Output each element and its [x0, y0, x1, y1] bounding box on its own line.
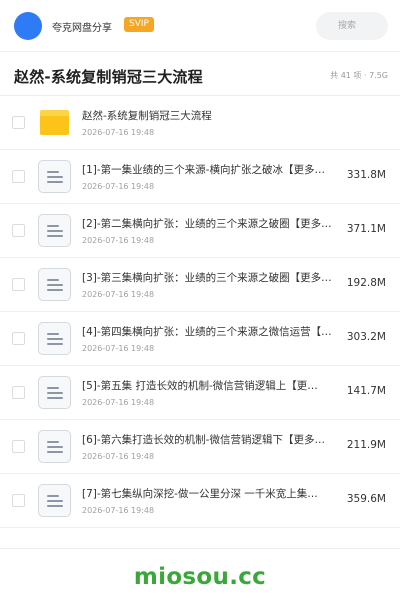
- file-size: 211.9M: [346, 439, 386, 451]
- file-date: 2026-07-16 19:48: [82, 290, 155, 299]
- file-row[interactable]: [1]-第一集业绩的三个来源-横向扩张之破冰【更多… 2026-07-16 19:…: [0, 150, 400, 204]
- file-name[interactable]: [4]-第四集横向扩张：业绩的三个来源之微信运营【…: [82, 324, 338, 339]
- file-date: 2026-07-16 19:48: [82, 344, 155, 353]
- file-name[interactable]: [7]-第七集纵向深挖-做一公里分深 一千米宽上集…: [82, 486, 338, 501]
- file-date: 2026-07-16 19:48: [82, 506, 155, 515]
- video-file-icon: [38, 214, 71, 247]
- video-file-icon: [38, 160, 71, 193]
- item-count-size: 共 41 项 · 7.5G: [330, 71, 388, 80]
- file-name[interactable]: [5]-第五集 打造长效的机制-微信营销逻辑上【更…: [82, 378, 338, 393]
- file-name[interactable]: [6]-第六集打造长效的机制-微信营销逻辑下【更多…: [82, 432, 338, 447]
- file-size: 303.2M: [346, 331, 386, 343]
- top-bar: 夸克网盘分享 SVIP: [0, 0, 400, 52]
- file-name[interactable]: [3]-第三集横向扩张：业绩的三个来源之破圈【更多…: [82, 270, 338, 285]
- video-file-icon: [38, 484, 71, 517]
- folder-row[interactable]: 赵然-系统复制销冠三大流程 2026-07-16 19:48: [0, 96, 400, 150]
- select-checkbox[interactable]: [12, 332, 25, 345]
- avatar[interactable]: [14, 12, 42, 40]
- select-checkbox[interactable]: [12, 116, 25, 129]
- file-date: 2026-07-16 19:48: [82, 398, 155, 407]
- file-name[interactable]: 赵然-系统复制销冠三大流程: [82, 108, 338, 123]
- file-row[interactable]: [7]-第七集纵向深挖-做一公里分深 一千米宽上集… 2026-07-16 19:…: [0, 474, 400, 528]
- page-title: 赵然-系统复制销冠三大流程: [14, 68, 203, 86]
- video-file-icon: [38, 322, 71, 355]
- watermark-text: miosou.cc: [133, 564, 267, 590]
- file-row[interactable]: [2]-第二集横向扩张：业绩的三个来源之破圈【更多… 2026-07-16 19:…: [0, 204, 400, 258]
- file-size: 192.8M: [346, 277, 386, 289]
- file-list: 赵然-系统复制销冠三大流程 2026-07-16 19:48 [1]-第一集业绩的三…: [0, 96, 400, 528]
- file-row[interactable]: [4]-第四集横向扩张：业绩的三个来源之微信运营【… 2026-07-16 19:…: [0, 312, 400, 366]
- file-size: 359.6M: [346, 493, 386, 505]
- file-size: 141.7M: [346, 385, 386, 397]
- file-name[interactable]: [2]-第二集横向扩张：业绩的三个来源之破圈【更多…: [82, 216, 338, 231]
- video-file-icon: [38, 376, 71, 409]
- share-header: 赵然-系统复制销冠三大流程 共 41 项 · 7.5G: [0, 54, 400, 96]
- file-size: 371.1M: [346, 223, 386, 235]
- select-checkbox[interactable]: [12, 386, 25, 399]
- video-file-icon: [38, 268, 71, 301]
- file-date: 2026-07-16 19:48: [82, 236, 155, 245]
- file-date: 2026-07-16 19:48: [82, 452, 155, 461]
- select-checkbox[interactable]: [12, 440, 25, 453]
- file-size: 331.8M: [346, 169, 386, 181]
- select-checkbox[interactable]: [12, 278, 25, 291]
- folder-icon: [38, 106, 71, 139]
- select-checkbox[interactable]: [12, 170, 25, 183]
- file-date: 2026-07-16 19:48: [82, 128, 155, 137]
- app-name: 夸克网盘分享: [52, 23, 112, 34]
- file-row[interactable]: [3]-第三集横向扩张：业绩的三个来源之破圈【更多… 2026-07-16 19:…: [0, 258, 400, 312]
- search-input[interactable]: [316, 12, 388, 40]
- file-date: 2026-07-16 19:48: [82, 182, 155, 191]
- select-checkbox[interactable]: [12, 224, 25, 237]
- file-row[interactable]: [6]-第六集打造长效的机制-微信营销逻辑下【更多… 2026-07-16 19:…: [0, 420, 400, 474]
- svip-badge: SVIP: [124, 17, 154, 32]
- file-name[interactable]: [1]-第一集业绩的三个来源-横向扩张之破冰【更多…: [82, 162, 338, 177]
- video-file-icon: [38, 430, 71, 463]
- select-checkbox[interactable]: [12, 494, 25, 507]
- file-row[interactable]: [5]-第五集 打造长效的机制-微信营销逻辑上【更… 2026-07-16 19:…: [0, 366, 400, 420]
